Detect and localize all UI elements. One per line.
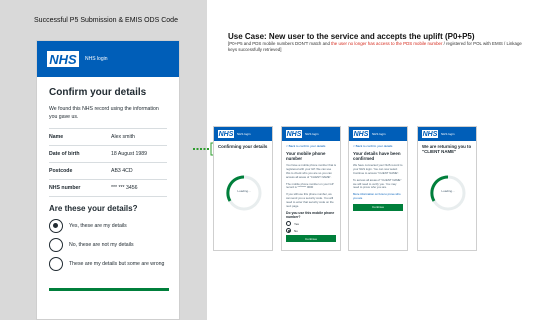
- page-title: Your mobile phone number: [286, 151, 326, 162]
- body-text: We have connected your NHS record to you…: [353, 163, 403, 175]
- radio-option-some-wrong[interactable]: These are my details but some are wrong: [49, 257, 167, 271]
- detail-label: NHS number: [49, 185, 81, 191]
- subtitle-part: [P0+P5 and PDS mobile numbers DON'T matc…: [228, 41, 332, 46]
- intro-text: We found this NHS record using the infor…: [49, 106, 159, 120]
- nhs-logo: NHS: [353, 130, 369, 138]
- detail-value: AB3 4CD: [111, 168, 133, 174]
- back-link[interactable]: < Back to confirm your details: [353, 144, 403, 148]
- screen-returning-to-client: NHS NHS login We are returning you to "C…: [417, 126, 477, 251]
- detail-label: Date of birth: [49, 151, 80, 157]
- nhs-header: NHS NHS login: [282, 127, 340, 141]
- nhs-logo: NHS: [422, 130, 438, 138]
- screen-body: Confirm your details We found this NHS r…: [37, 77, 179, 271]
- detail-row-dob: Date of birth 18 August 1989: [49, 145, 167, 162]
- nhs-header: NHS NHS login: [349, 127, 407, 141]
- nhs-header: NHS NHS login: [214, 127, 272, 141]
- detail-value: Alex smith: [111, 134, 135, 140]
- use-case-subtitle: [P0+P5 and PDS mobile numbers DON'T matc…: [228, 41, 528, 53]
- page-title: We are returning you to "CLIENT NAME": [422, 144, 472, 155]
- radio-label: Yes, these are my details: [69, 222, 127, 229]
- screen-body: < Back to confirm your details Your deta…: [349, 141, 407, 214]
- nhs-logo: NHS: [218, 130, 234, 138]
- radio-button[interactable]: [49, 219, 63, 233]
- prove-identity-link[interactable]: More information on how to prove who you…: [353, 192, 403, 201]
- radio-label: Yes: [294, 221, 299, 226]
- radio-button[interactable]: [286, 228, 291, 234]
- detail-row-nhs-number: NHS number *** *** 3456: [49, 179, 167, 197]
- detail-value: 18 August 1989: [111, 151, 148, 157]
- screen-body: < Back to confirm your details Your mobi…: [282, 141, 340, 245]
- radio-label: No, these are not my details: [69, 241, 134, 248]
- continue-button[interactable]: Continue: [286, 235, 336, 243]
- page-title: Confirming your details: [218, 144, 268, 149]
- radio-option-yes[interactable]: Yes: [286, 221, 336, 227]
- screen-mobile-number: NHS NHS login < Back to confirm your det…: [281, 126, 341, 251]
- body-text: To access all areas of "CLIENT NAME" we …: [353, 177, 402, 190]
- detail-row-postcode: Postcode AB3 4CD: [49, 162, 167, 179]
- page-title: Your details have been confirmed: [353, 151, 401, 162]
- confirm-details-screen: NHS NHS login Confirm your details We fo…: [36, 40, 180, 320]
- body-text: If you still use this phone number, we c…: [286, 192, 334, 208]
- nhs-logo: NHS: [286, 130, 302, 138]
- radio-option-no[interactable]: No: [286, 228, 336, 234]
- detail-value: *** *** 3456: [111, 185, 138, 191]
- header-text: NHS login: [237, 132, 251, 136]
- radio-label: No: [294, 228, 298, 233]
- header-text: NHS login: [441, 132, 455, 136]
- header-text: NHS login: [372, 132, 386, 136]
- question-title: Are these your details?: [49, 204, 138, 213]
- left-panel: Successful P5 Submission & EMIS ODS Code…: [0, 0, 207, 320]
- radio-label: These are my details but some are wrong: [69, 260, 165, 267]
- use-case-title: Use Case: New user to the service and ac…: [228, 32, 475, 41]
- spinner-label: Loading...: [441, 189, 455, 193]
- body-text: The mobile phone number on your GP recor…: [286, 181, 334, 190]
- continue-button[interactable]: Continue: [353, 203, 403, 211]
- slide-canvas: Successful P5 Submission & EMIS ODS Code…: [0, 0, 534, 320]
- left-caption: Successful P5 Submission & EMIS ODS Code: [34, 17, 178, 24]
- spinner-label: Loading...: [237, 189, 251, 193]
- detail-label: Name: [49, 134, 64, 140]
- radio-button[interactable]: [49, 257, 63, 271]
- detail-label: Postcode: [49, 168, 73, 174]
- radio-option-yes[interactable]: Yes, these are my details: [49, 219, 167, 233]
- page-title: Confirm your details: [49, 87, 147, 98]
- nhs-logo: NHS: [47, 51, 79, 67]
- body-text: You have a mobile phone number that is r…: [286, 163, 336, 179]
- screen-body: Confirming your details: [214, 141, 272, 155]
- back-link[interactable]: < Back to confirm your details: [286, 144, 336, 148]
- detail-row-name: Name Alex smith: [49, 128, 167, 145]
- screen-body: We are returning you to "CLIENT NAME": [418, 141, 476, 160]
- header-text: NHS login: [85, 56, 108, 62]
- loading-spinner: Loading...: [224, 173, 264, 213]
- radio-button[interactable]: [49, 238, 63, 252]
- subtitle-highlight: the user no longer has access to the PDS…: [331, 41, 443, 46]
- spinner-icon: [226, 175, 262, 211]
- radio-option-no[interactable]: No, these are not my details: [49, 238, 167, 252]
- radio-button[interactable]: [286, 221, 291, 227]
- screen-confirming-details: NHS NHS login Confirming your details Lo…: [213, 126, 273, 251]
- continue-button-edge[interactable]: [49, 288, 169, 291]
- screen-details-confirmed: NHS NHS login < Back to confirm your det…: [348, 126, 408, 251]
- nhs-header: NHS NHS login: [37, 41, 179, 77]
- spinner-icon: [430, 175, 466, 211]
- header-text: NHS login: [305, 132, 319, 136]
- nhs-header: NHS NHS login: [418, 127, 476, 141]
- question-title: Do you use this mobile phone number?: [286, 211, 335, 220]
- loading-spinner: Loading...: [428, 173, 468, 213]
